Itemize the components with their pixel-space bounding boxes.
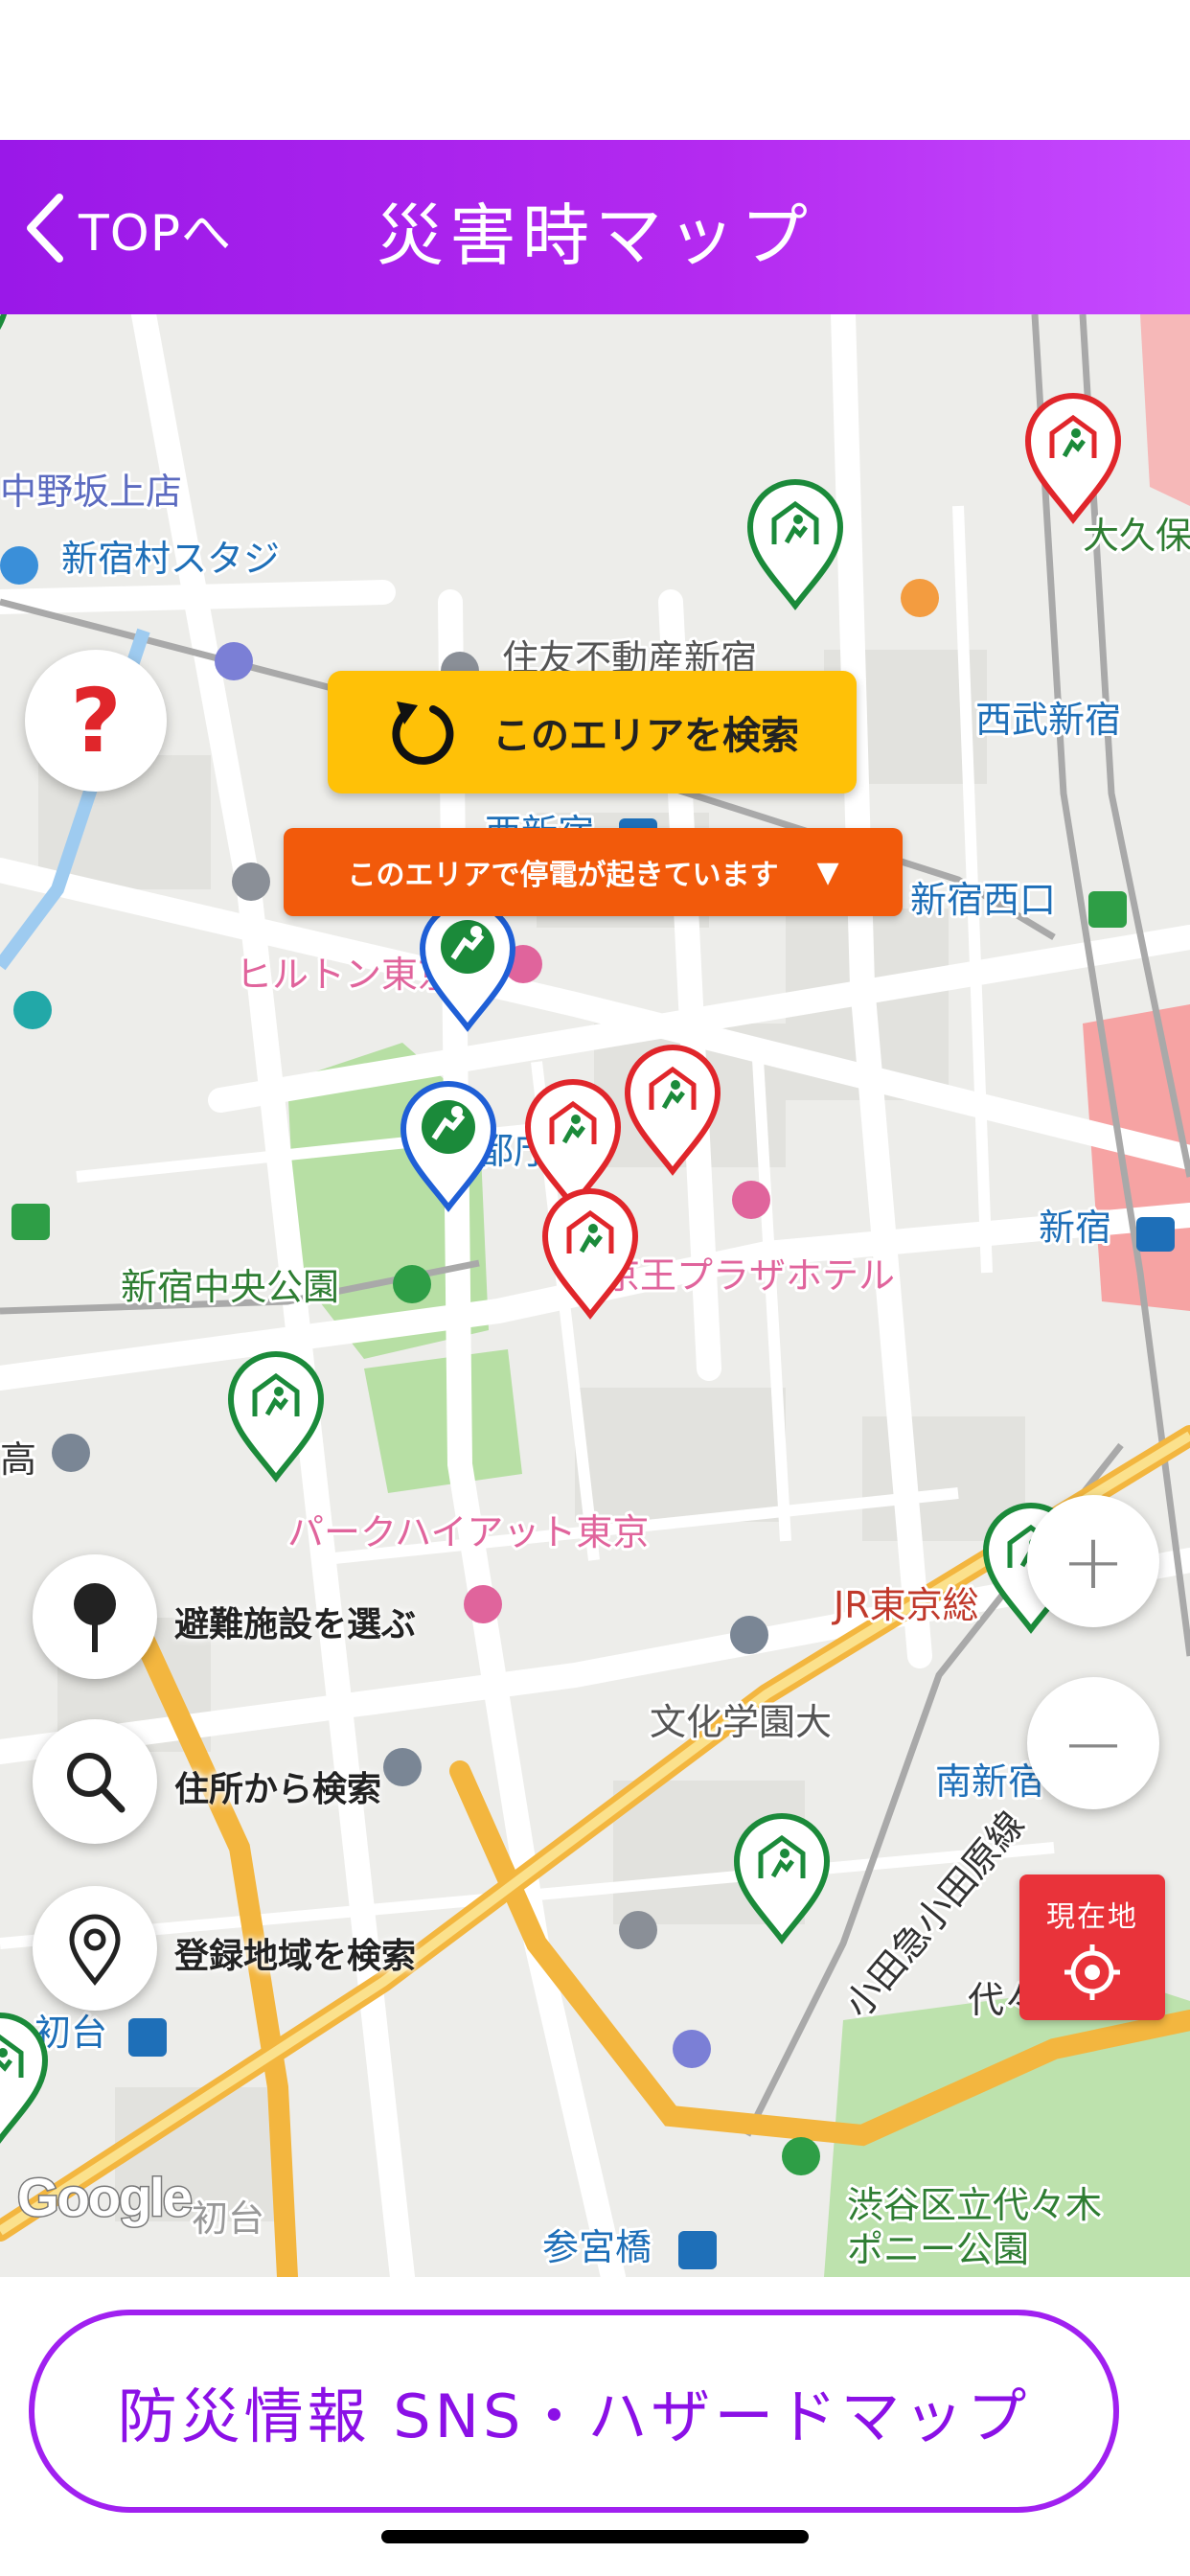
shelter-house-icon [0, 314, 8, 330]
park-area [364, 1349, 522, 1493]
map-pin-icon [74, 1583, 116, 1652]
refuge-pin[interactable] [396, 1079, 501, 1213]
chevron-down-icon: ▼ [816, 855, 839, 889]
current-location-button[interactable]: 現在地 [1019, 1874, 1165, 2020]
shelter-pin[interactable] [620, 1043, 725, 1177]
page-title: 災害時マップ [377, 196, 813, 275]
shelter-pin[interactable] [0, 314, 14, 381]
help-button[interactable]: ? [25, 650, 167, 792]
shelter-house-icon [541, 1188, 639, 1320]
search-this-area-label: このエリアを検索 [492, 714, 799, 758]
refuge-pin[interactable] [415, 899, 520, 1033]
address-search-label: 住所から検索 [174, 1770, 382, 1809]
sns-button-label: 防災情報 SNS・ハザードマップ [117, 2381, 1031, 2451]
status-bar [0, 0, 1190, 140]
search-icon [67, 1753, 126, 1813]
evacuation-runner-icon [400, 1081, 497, 1212]
shelter-house-icon [733, 1813, 831, 1944]
zoom-in-button[interactable]: + [1027, 1495, 1159, 1627]
shelter-house-icon [624, 1045, 721, 1176]
evacuation-runner-icon [419, 901, 516, 1032]
current-location-label: 現在地 [1046, 1900, 1138, 1934]
shelter-house-icon [746, 479, 844, 610]
power-outage-banner[interactable]: このエリアで停電が起きています ▼ [284, 828, 903, 916]
shelter-house-icon [1024, 393, 1122, 524]
shelter-pin[interactable] [538, 1186, 643, 1321]
zoom-out-button[interactable]: − [1027, 1677, 1159, 1809]
google-logo: Google [16, 2166, 195, 2229]
shelter-pin[interactable] [1020, 391, 1126, 525]
address-search-button[interactable] [33, 1719, 157, 1844]
crosshair-icon [1064, 1944, 1120, 2000]
shelter-pin[interactable] [223, 1349, 329, 1484]
shelter-house-icon [0, 2012, 49, 2144]
location-icon [69, 1914, 121, 1986]
shelter-pin[interactable] [743, 477, 848, 611]
shelter-pin[interactable] [729, 1811, 835, 1945]
refresh-icon [392, 702, 454, 765]
power-outage-label: このエリアで停電が起きています [347, 859, 779, 892]
registered-area-button[interactable] [33, 1886, 157, 2011]
disaster-info-sns-hazard-map-button[interactable]: 防災情報 SNS・ハザードマップ [29, 2310, 1119, 2513]
select-shelter-button[interactable] [33, 1554, 157, 1679]
select-shelter-label: 避難施設を選ぶ [174, 1605, 417, 1644]
registered-area-label: 登録地域を検索 [174, 1937, 417, 1976]
shelter-pin[interactable] [0, 2011, 53, 2145]
header-bar: TOPへ 災害時マップ [0, 140, 1190, 314]
map-view[interactable]: 中野坂上店 新宿村スタジ 住友不動産新宿 グランドタワー 西武新宿 大久保公 西… [0, 314, 1190, 2277]
home-indicator [381, 2530, 809, 2543]
search-this-area-button[interactable]: このエリアを検索 [328, 671, 857, 794]
shelter-house-icon [227, 1351, 325, 1483]
